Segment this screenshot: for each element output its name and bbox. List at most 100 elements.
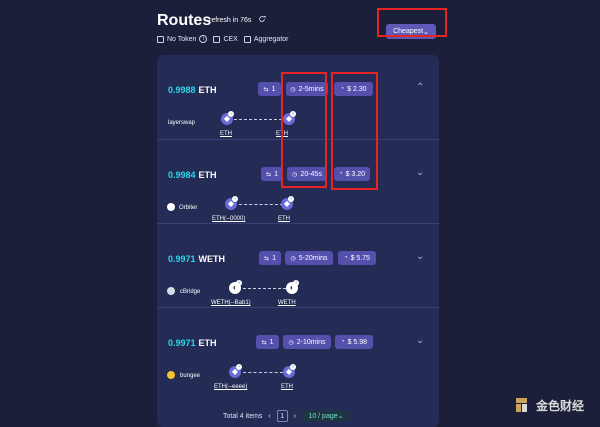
- route-item[interactable]: 0.9971 WETH ⇆ 1 ◷ 5-20mins ◔ $ 5.75 ⌄ cBridg…: [157, 223, 439, 308]
- token-icon: ◆?: [283, 364, 296, 378]
- route-token: ETH: [198, 85, 217, 95]
- route-value: 0.9984: [168, 170, 196, 180]
- route-token: ETH: [198, 170, 217, 180]
- page-size-select[interactable]: 10 / page ⌄: [301, 411, 350, 421]
- route-line: [243, 372, 283, 374]
- clock-icon: ◷: [290, 255, 296, 262]
- clock-icon: ◷: [288, 339, 294, 346]
- filter-cex[interactable]: CEX: [213, 35, 238, 43]
- highlight-fee-column: [331, 72, 378, 190]
- token-icon: ◐?: [286, 280, 299, 294]
- cbridge-logo: [167, 287, 175, 295]
- provider-name: bungee: [180, 373, 201, 379]
- route-output: 0.9984 ETH: [168, 170, 217, 180]
- route-line: [234, 119, 282, 121]
- route-output: 0.9971 ETH: [168, 338, 217, 348]
- highlight-time-column: [281, 72, 327, 188]
- steps-icon: ⇆: [264, 255, 270, 262]
- page-button[interactable]: 1: [276, 410, 288, 422]
- page-title: Routes: [157, 12, 212, 29]
- chevron-down-icon[interactable]: ⌄: [416, 336, 426, 346]
- chain-icon: ◔: [236, 364, 242, 370]
- fee-chip: ◔ $ 5.98: [335, 335, 373, 349]
- checkbox[interactable]: [243, 35, 251, 43]
- dollar-icon: ◔: [340, 339, 345, 345]
- checkbox[interactable]: [157, 35, 164, 43]
- step-count-chip: ⇆ 1: [256, 335, 279, 349]
- dollar-icon: ◔: [343, 255, 348, 261]
- token-icon: ◆ ◔: [225, 196, 238, 210]
- golden-finance-logo: [515, 398, 527, 412]
- chevron-down-icon[interactable]: ⌄: [416, 252, 426, 262]
- checkbox[interactable]: [213, 35, 221, 43]
- filter-label: CEX: [223, 35, 238, 43]
- orbiter-logo: [167, 203, 175, 211]
- filter-no-token[interactable]: No Token i: [157, 35, 208, 43]
- info-icon: i: [199, 35, 208, 43]
- filter-label: Aggregator: [253, 35, 289, 43]
- step-count-chip: ⇆ 1: [261, 167, 283, 181]
- step-count-chip: ⇆ 1: [258, 82, 281, 96]
- route-value: 0.9971: [168, 338, 196, 348]
- chevron-down-icon: ⌄: [337, 413, 344, 420]
- pagination: Total 4 items ‹ 1 › 10 / page ⌄: [223, 409, 371, 423]
- chain-icon: ◔: [228, 111, 234, 117]
- time-chip: ◷ 2-10mins: [283, 335, 331, 349]
- route-output: 0.9971 WETH: [168, 254, 225, 264]
- chain-icon: ?: [236, 280, 242, 286]
- destination-token-label: WETH: [278, 300, 296, 306]
- watermark-text: 金色财经: [535, 398, 584, 413]
- chip-text: 1: [274, 170, 278, 178]
- provider-name: Orbiter: [179, 205, 198, 211]
- step-count-chip: ⇆ 1: [259, 251, 281, 265]
- fee-chip: ◔ $ 5.75: [338, 251, 376, 265]
- route-filters: No Token i CEX Aggregator: [157, 35, 289, 43]
- route-line: [239, 204, 283, 206]
- chip-text: $ 5.75: [350, 254, 371, 262]
- chevron-right-icon[interactable]: ›: [294, 413, 296, 420]
- page-size-value: 10 / page: [308, 412, 338, 420]
- chip-text: 1: [272, 254, 276, 262]
- steps-icon: ⇆: [266, 171, 272, 178]
- chevron-down-icon[interactable]: ⌄: [416, 168, 426, 178]
- refresh-icon[interactable]: [258, 15, 266, 23]
- highlight-sort-button: [377, 8, 447, 37]
- chain-icon: ?: [293, 280, 299, 286]
- route-line: [243, 288, 286, 290]
- token-icon: ◆?: [281, 196, 294, 210]
- source-token-label: ETH(--eeee): [214, 384, 248, 390]
- source-token-label: ETH(--0000): [212, 216, 246, 222]
- route-item[interactable]: 0.9971 ETH ⇆ 1 ◷ 2-10mins ◔ $ 5.98 ⌄ bungee …: [157, 307, 439, 392]
- total-items-text: Total 4 items: [223, 412, 263, 420]
- route-token: ETH: [198, 338, 217, 348]
- chip-text: 1: [269, 338, 274, 346]
- filter-aggregator[interactable]: Aggregator: [243, 35, 289, 43]
- time-chip: ◷ 5-20mins: [285, 251, 333, 265]
- route-value: 0.9988: [168, 85, 196, 95]
- destination-token-label: ETH: [281, 384, 293, 390]
- watermark: 金色财经: [512, 395, 584, 415]
- provider-name: layerswap: [168, 120, 196, 126]
- route-output: 0.9988 ETH: [168, 85, 217, 95]
- token-icon: ◆ ◔: [229, 364, 242, 378]
- chain-icon: ?: [290, 364, 296, 370]
- destination-token-label: ETH: [278, 216, 290, 222]
- token-icon: ◆ ◔: [221, 111, 234, 125]
- provider-name: cBridge: [180, 289, 201, 295]
- refresh-countdown: refresh in 76s: [209, 17, 252, 24]
- chip-text: 5-20mins: [298, 254, 328, 262]
- chain-icon: ◔: [232, 196, 238, 202]
- chevron-left-icon[interactable]: ‹: [268, 413, 270, 420]
- chevron-up-icon[interactable]: ⌃: [416, 83, 426, 93]
- source-token-label: ETH: [220, 131, 232, 137]
- steps-icon: ⇆: [261, 339, 267, 346]
- chip-text: 1: [271, 85, 276, 93]
- bungee-logo: [167, 371, 175, 379]
- chip-text: 2-10mins: [296, 338, 326, 346]
- source-token-label: WETH(--Bab1): [211, 300, 251, 306]
- route-value: 0.9971: [168, 254, 196, 264]
- chain-icon: ?: [288, 196, 294, 202]
- filter-label: No Token: [167, 35, 197, 43]
- chip-text: $ 5.98: [347, 338, 368, 346]
- steps-icon: ⇆: [263, 86, 269, 93]
